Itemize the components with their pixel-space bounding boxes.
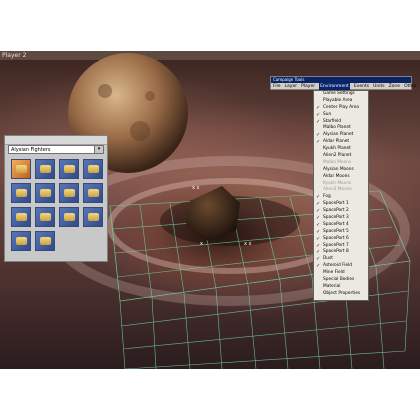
- menu-player[interactable]: Player: [301, 83, 315, 90]
- menu-item-playable-area[interactable]: Playable Area: [314, 98, 368, 105]
- fighter-grid: [11, 159, 103, 251]
- menu-item-spaceport-4[interactable]: SpacePort 4: [314, 222, 368, 229]
- ship-icon: [40, 237, 51, 245]
- ship-icon: [16, 237, 27, 245]
- campaign-tools-window: Campaign Tools File Layer Player Environ…: [270, 76, 417, 90]
- fighter-tile[interactable]: [59, 207, 79, 227]
- menu-item-kyukh-planet[interactable]: Kyukh Planet: [314, 146, 368, 153]
- planet-crater: [130, 121, 150, 141]
- fighter-tile[interactable]: [35, 183, 55, 203]
- menu-item-spaceport-3[interactable]: SpacePort 3: [314, 215, 368, 222]
- menu-item-material[interactable]: Material: [314, 284, 368, 291]
- fighter-tile[interactable]: [35, 207, 55, 227]
- menu-file[interactable]: File: [273, 83, 281, 90]
- marker-x: x x: [192, 185, 200, 191]
- fighter-tile[interactable]: [11, 207, 31, 227]
- palette-titlebar[interactable]: [5, 136, 107, 145]
- menu-item-spaceport-5[interactable]: SpacePort 5: [314, 229, 368, 236]
- fighter-tile[interactable]: [59, 183, 79, 203]
- fighter-tile[interactable]: [11, 231, 31, 251]
- ship-icon: [88, 213, 99, 221]
- menu-item-center-play-area[interactable]: Center Play Area: [314, 105, 368, 112]
- menu-events[interactable]: Events: [354, 83, 369, 90]
- menu-item-game-settings[interactable]: Game Settings: [314, 91, 368, 98]
- ship-icon: [16, 165, 27, 173]
- ship-icon: [88, 189, 99, 197]
- marker-x: x x: [244, 241, 252, 247]
- menu-item-alysian-moons[interactable]: Alysian Moons: [314, 167, 368, 174]
- menu-item-alien2-planet[interactable]: Alien2 Planet: [314, 153, 368, 160]
- fighter-tile[interactable]: [83, 183, 103, 203]
- menu-other[interactable]: Other: [404, 83, 417, 90]
- fighter-type-select[interactable]: Alysian Fighters ▾: [8, 145, 104, 154]
- fighter-tile[interactable]: [11, 183, 31, 203]
- ship-icon: [16, 189, 27, 197]
- fighter-type-value: Alysian Fighters: [11, 147, 51, 153]
- ship-icon: [64, 165, 75, 173]
- menu-item-aldar-moons[interactable]: Aldar Moons: [314, 174, 368, 181]
- fighter-tile[interactable]: [35, 231, 55, 251]
- ship-icon: [40, 213, 51, 221]
- menu-item-malbo-moons: Malbo Moons: [323, 159, 352, 165]
- menu-item-mine-field[interactable]: Mine Field: [314, 270, 368, 277]
- fighter-tile[interactable]: [83, 159, 103, 179]
- ship-icon: [16, 213, 27, 221]
- marker-x: x: [200, 241, 203, 247]
- environment-dropdown-menu: Game SettingsPlayable AreaCenter Play Ar…: [313, 90, 369, 301]
- ship-icon: [64, 213, 75, 221]
- menu-item-object-properties[interactable]: Object Properties: [314, 291, 368, 298]
- fighter-tile[interactable]: [11, 159, 31, 179]
- menu-item-special-bodies[interactable]: Special Bodies: [314, 277, 368, 284]
- menu-environment[interactable]: Environment: [319, 83, 350, 90]
- chevron-down-icon[interactable]: ▾: [94, 146, 103, 153]
- menu-zone[interactable]: Zone: [389, 83, 400, 90]
- planet-crater: [98, 84, 112, 98]
- ship-icon: [64, 189, 75, 197]
- menu-item-spaceport-6[interactable]: SpacePort 6: [314, 236, 368, 243]
- menu-bar: File Layer Player Environment Events Uni…: [271, 83, 417, 90]
- fighter-tile[interactable]: [59, 159, 79, 179]
- fighters-palette: Alysian Fighters ▾: [4, 135, 108, 262]
- planet-crater: [145, 91, 155, 101]
- menu-units[interactable]: Units: [373, 83, 385, 90]
- fighter-tile[interactable]: [35, 159, 55, 179]
- fighter-tile[interactable]: [83, 207, 103, 227]
- ship-icon: [88, 165, 99, 173]
- ship-icon: [40, 165, 51, 173]
- menu-layer[interactable]: Layer: [285, 83, 298, 90]
- menu-item-spaceport-2[interactable]: SpacePort 2: [314, 208, 368, 215]
- menu-item-sun[interactable]: Sun: [314, 112, 368, 119]
- ship-icon: [40, 189, 51, 197]
